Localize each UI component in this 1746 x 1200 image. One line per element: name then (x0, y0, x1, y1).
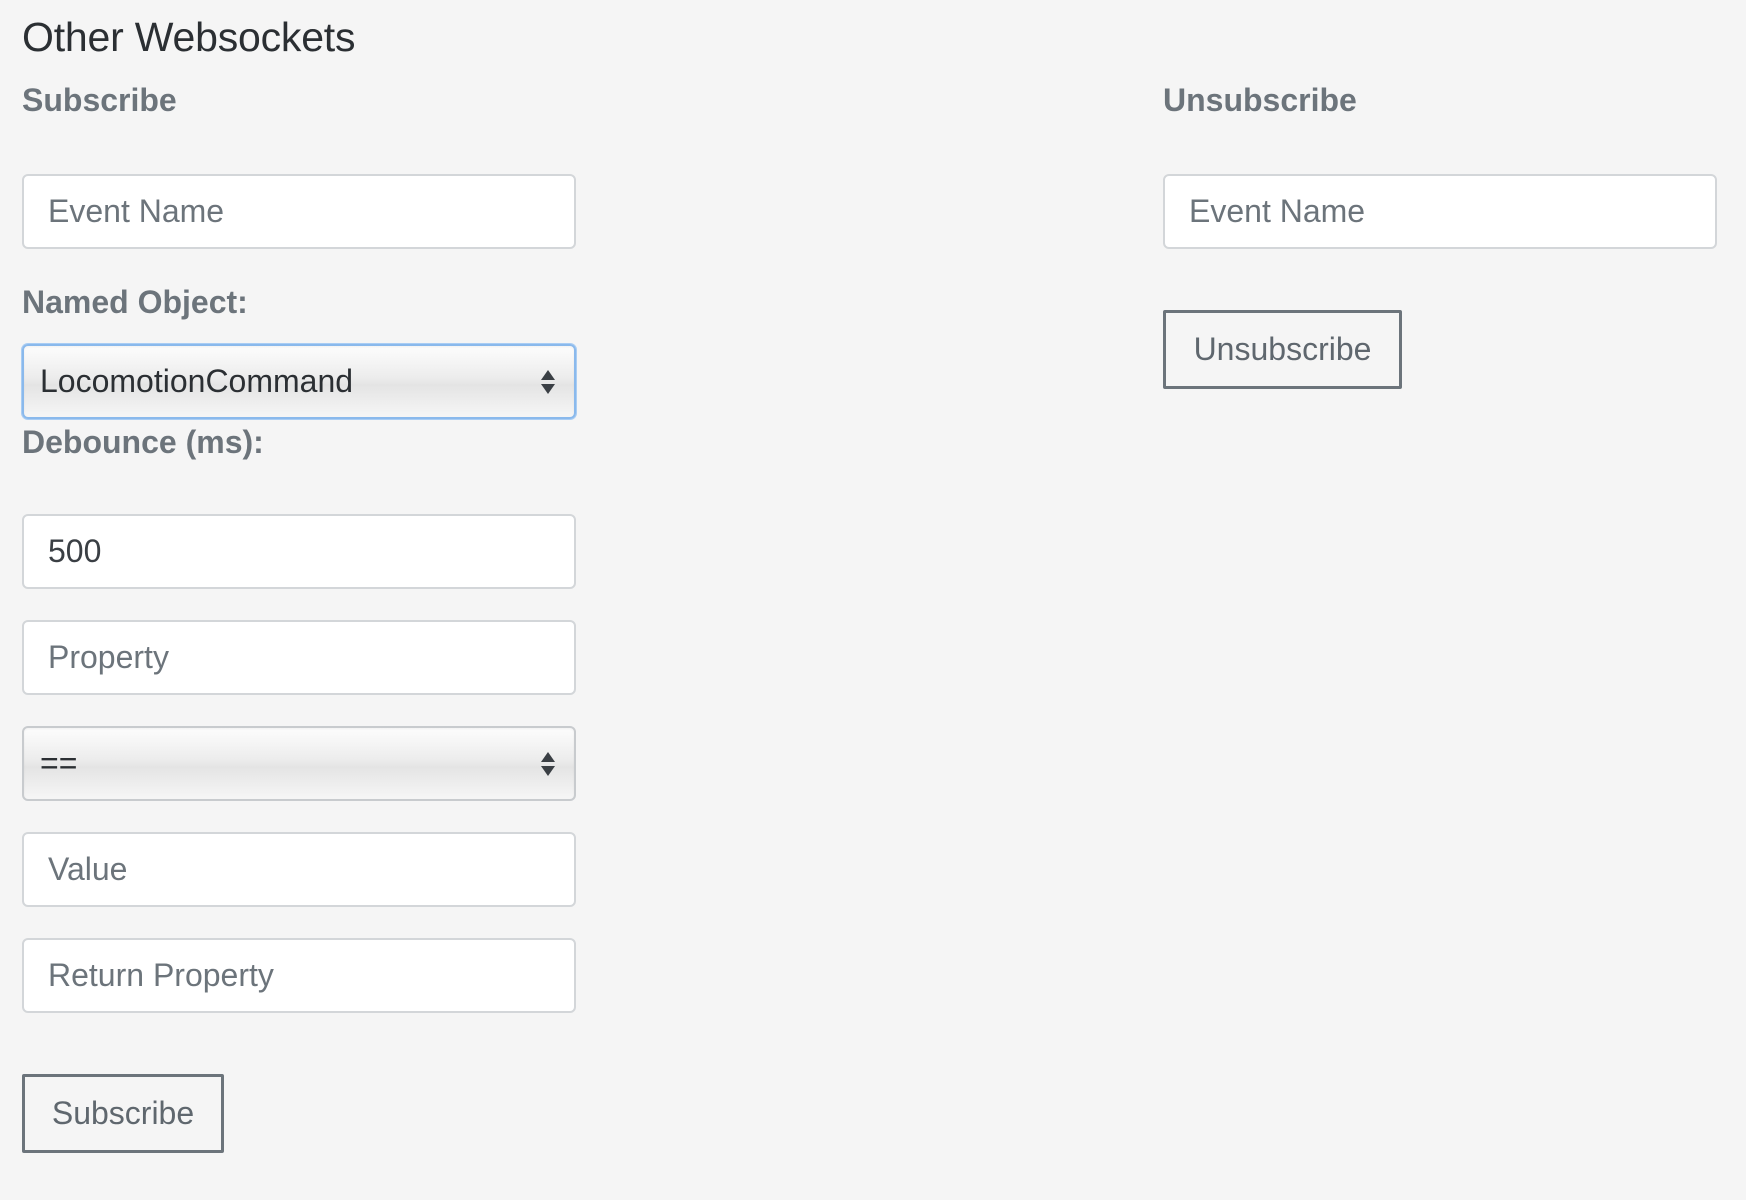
unsubscribe-button[interactable]: Unsubscribe (1163, 310, 1402, 389)
value-input[interactable] (22, 832, 576, 907)
property-input[interactable] (22, 620, 576, 695)
return-property-input[interactable] (22, 938, 576, 1013)
chevron-up-down-icon (538, 751, 558, 776)
subscribe-heading: Subscribe (22, 82, 177, 118)
operator-select[interactable]: == (22, 726, 576, 801)
debounce-input[interactable] (22, 514, 576, 589)
named-object-select[interactable]: LocomotionCommand (22, 344, 576, 419)
named-object-label: Named Object: (22, 284, 248, 320)
subscribe-button[interactable]: Subscribe (22, 1074, 224, 1153)
page-title: Other Websockets (22, 14, 356, 60)
chevron-up-down-icon (538, 369, 558, 394)
unsubscribe-event-name-input[interactable] (1163, 174, 1717, 249)
unsubscribe-heading: Unsubscribe (1163, 82, 1357, 118)
websockets-page: Other Websockets Subscribe Named Object:… (0, 0, 1746, 1200)
named-object-select-value: LocomotionCommand (40, 363, 354, 399)
operator-select-value: == (40, 745, 78, 781)
debounce-label: Debounce (ms): (22, 424, 264, 460)
subscribe-event-name-input[interactable] (22, 174, 576, 249)
